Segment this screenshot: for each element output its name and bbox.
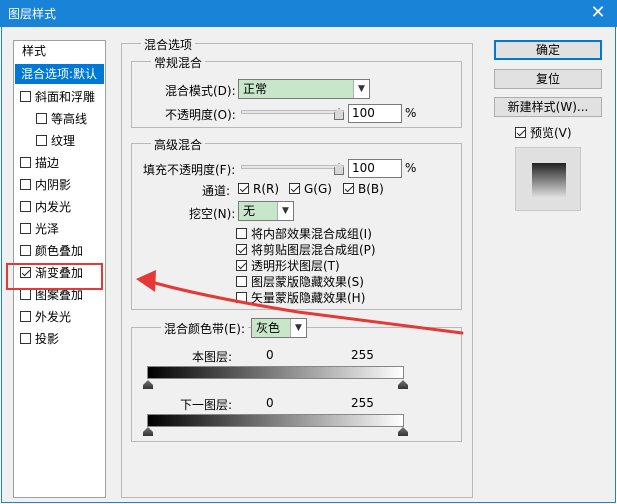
this-layer-min: 0 [266, 348, 274, 362]
opacity-slider[interactable] [241, 110, 344, 114]
knockout-select[interactable]: 无 ▼ [238, 201, 294, 221]
option-layer-mask-hides[interactable]: 图层蒙版隐藏效果(S) [236, 273, 364, 290]
sidebar-item-texture[interactable]: 纹理 [36, 131, 75, 151]
ok-button[interactable]: 确定 [494, 40, 602, 60]
window-title: 图层样式 [8, 7, 57, 21]
underlying-layer-label: 下一图层: [180, 398, 233, 412]
this-layer-max: 255 [351, 348, 374, 362]
checkbox-checked-icon[interactable] [343, 183, 354, 194]
fill-opacity-label: 填充不透明度(F): [143, 163, 236, 177]
advanced-blending-title: 高级混合 [151, 136, 206, 153]
new-style-button[interactable]: 新建样式(W)... [494, 97, 602, 117]
checkbox-icon[interactable] [20, 311, 31, 322]
annotation-highlight-box [6, 263, 103, 290]
blend-mode-label: 混合模式(D): [165, 84, 236, 98]
channel-b-checkbox[interactable]: B(B) [343, 182, 384, 196]
sidebar-item-contour[interactable]: 等高线 [36, 109, 87, 129]
style-list-header[interactable]: 样式 [22, 41, 46, 61]
opacity-input[interactable]: 100 [348, 104, 402, 123]
sidebar-item-color-overlay[interactable]: 颜色叠加 [20, 241, 83, 261]
checkbox-checked-icon[interactable] [515, 127, 526, 138]
checkbox-checked-icon[interactable] [236, 244, 247, 255]
channel-r-checkbox[interactable]: R(R) [238, 182, 279, 196]
blend-mode-select[interactable]: 正常 ▼ [238, 79, 370, 99]
preview-swatch [532, 163, 566, 197]
checkbox-icon[interactable] [20, 201, 31, 212]
close-icon[interactable]: ✕ [587, 2, 609, 24]
checkbox-checked-icon[interactable] [238, 183, 249, 194]
reset-button[interactable]: 复位 [494, 69, 602, 89]
sidebar-item-outer-glow[interactable]: 外发光 [20, 307, 71, 327]
style-preview-thumbnail [515, 147, 581, 211]
channels-label: 通道: [202, 184, 231, 198]
opacity-unit: % [405, 106, 417, 120]
checkbox-checked-icon[interactable] [289, 183, 300, 194]
checkbox-icon[interactable] [236, 276, 247, 287]
option-blend-clipped-layers[interactable]: 将剪贴图层混合成组(P) [236, 241, 376, 258]
underlying-layer-gradient-bar [147, 414, 404, 427]
fill-opacity-input[interactable]: 100 [348, 159, 402, 178]
opacity-label: 不透明度(O): [165, 108, 236, 122]
checkbox-icon[interactable] [36, 113, 47, 124]
checkbox-icon[interactable] [236, 228, 247, 239]
this-layer-label: 本图层: [192, 350, 233, 364]
sidebar-item-inner-shadow[interactable]: 内阴影 [20, 175, 71, 195]
checkbox-icon[interactable] [20, 245, 31, 256]
checkbox-icon[interactable] [20, 157, 31, 168]
channel-g-checkbox[interactable]: G(G) [289, 182, 332, 196]
title-bar: 图层样式 ✕ [0, 0, 617, 27]
checkbox-icon[interactable] [20, 289, 31, 300]
option-blend-interior-effects[interactable]: 将内部效果混合成组(I) [236, 225, 372, 242]
sidebar-item-blend-options[interactable]: 混合选项:默认 [15, 64, 104, 84]
sidebar-item-inner-glow[interactable]: 内发光 [20, 197, 71, 217]
checkbox-icon[interactable] [20, 179, 31, 190]
sidebar-item-drop-shadow[interactable]: 投影 [20, 329, 59, 349]
fill-opacity-unit: % [405, 161, 417, 175]
checkbox-icon[interactable] [36, 135, 47, 146]
this-layer-gradient-bar [147, 366, 404, 379]
checkbox-icon[interactable] [20, 223, 31, 234]
knockout-label: 挖空(N): [189, 207, 236, 221]
chevron-down-icon: ▼ [290, 319, 306, 337]
sidebar-item-stroke[interactable]: 描边 [20, 153, 59, 173]
chevron-down-icon: ▼ [353, 80, 369, 98]
chevron-down-icon: ▼ [277, 202, 293, 220]
preview-checkbox[interactable]: 预览(V) [515, 124, 572, 141]
sidebar-item-satin[interactable]: 光泽 [20, 219, 59, 239]
checkbox-icon[interactable] [20, 333, 31, 344]
option-vector-mask-hides[interactable]: 矢量蒙版隐藏效果(H) [236, 289, 365, 306]
checkbox-icon[interactable] [20, 91, 31, 102]
checkbox-icon[interactable] [236, 292, 247, 303]
fill-opacity-slider[interactable] [241, 165, 344, 169]
option-transparency-shapes[interactable]: 透明形状图层(T) [236, 257, 340, 274]
underlying-layer-min: 0 [266, 396, 274, 410]
blend-options-title: 混合选项 [141, 36, 196, 53]
blend-if-label: 混合颜色带(E): [161, 320, 248, 337]
general-blending-title: 常规混合 [151, 54, 206, 71]
underlying-layer-max: 255 [351, 396, 374, 410]
sidebar-item-bevel-emboss[interactable]: 斜面和浮雕 [20, 87, 95, 107]
blend-if-select[interactable]: 灰色 ▼ [251, 318, 307, 338]
checkbox-checked-icon[interactable] [236, 260, 247, 271]
